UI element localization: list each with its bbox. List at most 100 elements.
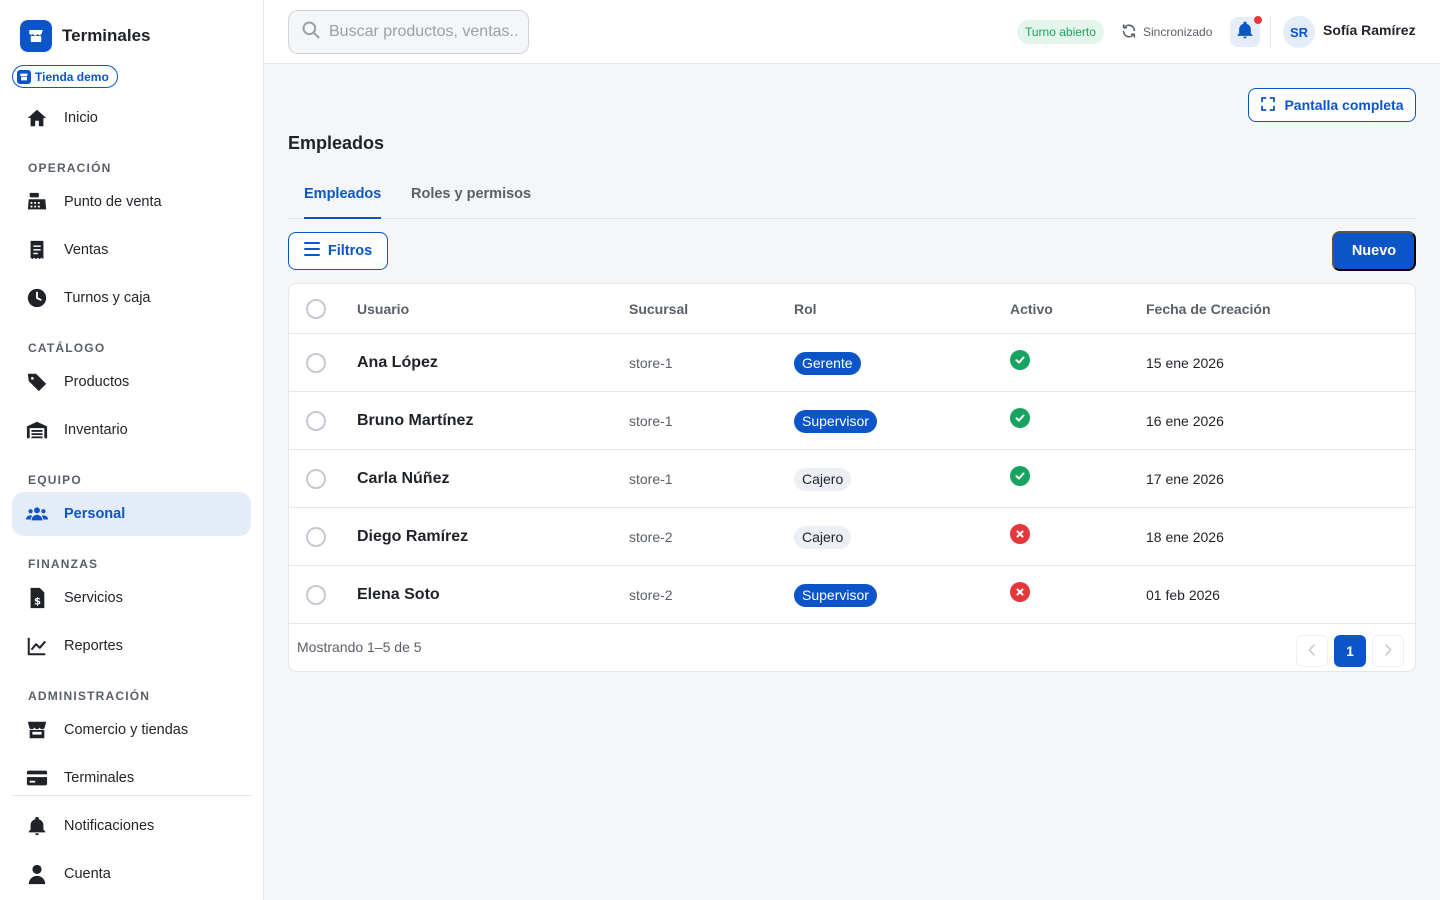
sidebar-item-home[interactable]: Inicio xyxy=(12,96,251,140)
chevron-left-icon xyxy=(1308,643,1316,659)
cell-created: 01 feb 2026 xyxy=(1146,587,1220,603)
tab-employees[interactable]: Empleados xyxy=(304,170,382,219)
prev-page-button[interactable] xyxy=(1296,635,1328,667)
bell-icon xyxy=(26,815,48,837)
sync-status-label: Sincronizado xyxy=(1143,25,1213,39)
cell-role: Gerente xyxy=(794,334,861,392)
new-employee-button[interactable]: Nuevo xyxy=(1332,231,1416,271)
sidebar-item-inventory[interactable]: Inventario xyxy=(12,408,251,452)
employees-table: Usuario Sucursal Rol Activo Fecha de Cre… xyxy=(288,283,1416,672)
cell-created: 16 ene 2026 xyxy=(1146,413,1224,429)
next-page-button[interactable] xyxy=(1372,635,1404,667)
cell-active xyxy=(1010,505,1030,563)
cell-active xyxy=(1010,563,1030,621)
avatar[interactable]: SR xyxy=(1283,16,1315,48)
select-all-checkbox[interactable] xyxy=(306,299,326,319)
table-row[interactable]: Ana López store-1 Gerente 15 ene 2026 xyxy=(289,334,1415,392)
sidebar-item-label: Servicios xyxy=(64,590,123,606)
sidebar-item-terminals[interactable]: Terminales xyxy=(12,756,251,800)
cell-created: 17 ene 2026 xyxy=(1146,471,1224,487)
section-operation: OPERACIÓN xyxy=(28,161,112,175)
cell-active xyxy=(1010,447,1030,505)
receipt-icon xyxy=(26,239,48,261)
sidebar-divider xyxy=(12,795,251,796)
cell-branch: store-2 xyxy=(629,529,673,545)
sidebar-item-label: Turnos y caja xyxy=(64,290,151,306)
tab-roles-permissions[interactable]: Roles y permisos xyxy=(411,170,531,218)
notification-dot xyxy=(1254,16,1262,24)
table-row[interactable]: Carla Núñez store-1 Cajero 17 ene 2026 xyxy=(289,450,1415,508)
user-name[interactable]: Sofía Ramírez xyxy=(1323,22,1416,38)
check-circle-icon xyxy=(1010,466,1030,486)
svg-text:$: $ xyxy=(34,596,41,607)
cell-user: Diego Ramírez xyxy=(357,528,469,545)
table-row[interactable]: Elena Soto store-2 Supervisor 01 feb 202… xyxy=(289,566,1415,624)
row-checkbox[interactable] xyxy=(306,469,326,489)
role-badge: Supervisor xyxy=(794,583,877,607)
brand[interactable]: Terminales xyxy=(20,20,151,52)
sidebar-item-sales[interactable]: Ventas xyxy=(12,228,251,272)
row-checkbox[interactable] xyxy=(306,353,326,373)
column-created[interactable]: Fecha de Creación xyxy=(1146,301,1271,317)
sidebar-item-label: Ventas xyxy=(64,242,109,258)
bell-icon xyxy=(1235,20,1255,45)
section-finance: FINANZAS xyxy=(28,557,99,571)
warehouse-icon xyxy=(26,419,48,441)
sidebar-item-notifications[interactable]: Notificaciones xyxy=(12,804,251,848)
cell-branch: store-2 xyxy=(629,587,673,603)
search-box[interactable] xyxy=(288,10,529,54)
section-team: EQUIPO xyxy=(28,473,82,487)
menu-lines-icon xyxy=(303,242,320,260)
table-row[interactable]: Diego Ramírez store-2 Cajero 18 ene 2026 xyxy=(289,508,1415,566)
sidebar-item-services[interactable]: $ Servicios xyxy=(12,576,251,620)
section-admin: ADMINISTRACIÓN xyxy=(28,689,151,703)
sidebar-item-label: Inicio xyxy=(64,110,98,126)
sidebar-item-pos[interactable]: Punto de venta xyxy=(12,180,251,224)
sidebar-item-label: Productos xyxy=(64,374,130,390)
column-active[interactable]: Activo xyxy=(1010,301,1053,317)
cell-user: Ana López xyxy=(357,354,438,371)
x-circle-icon xyxy=(1010,524,1030,544)
credit-card-icon xyxy=(26,767,48,789)
store-icon xyxy=(26,719,48,741)
header-divider xyxy=(1270,16,1271,48)
cell-user: Carla Núñez xyxy=(357,470,450,487)
row-checkbox[interactable] xyxy=(306,585,326,605)
sidebar-item-commerce[interactable]: Comercio y tiendas xyxy=(12,708,251,752)
column-user[interactable]: Usuario xyxy=(357,301,409,317)
cell-role: Supervisor xyxy=(794,566,877,624)
row-checkbox[interactable] xyxy=(306,527,326,547)
role-badge: Cajero xyxy=(794,525,852,549)
users-icon xyxy=(26,503,48,525)
cell-role: Supervisor xyxy=(794,392,877,450)
sidebar-item-label: Comercio y tiendas xyxy=(64,722,189,738)
column-role[interactable]: Rol xyxy=(794,301,817,317)
page-button[interactable]: 1 xyxy=(1334,635,1366,667)
refresh-icon xyxy=(1121,23,1137,42)
role-badge: Gerente xyxy=(794,351,861,375)
home-icon xyxy=(26,107,48,129)
sidebar-item-products[interactable]: Productos xyxy=(12,360,251,404)
section-catalog: CATÁLOGO xyxy=(28,341,106,355)
row-checkbox[interactable] xyxy=(306,411,326,431)
filters-button[interactable]: Filtros xyxy=(288,232,388,270)
cell-active xyxy=(1010,389,1030,447)
column-branch[interactable]: Sucursal xyxy=(629,301,688,317)
cell-branch: store-1 xyxy=(629,413,673,429)
fullscreen-button[interactable]: Pantalla completa xyxy=(1248,88,1416,122)
store-badge[interactable]: Tienda demo xyxy=(12,65,118,88)
role-badge: Cajero xyxy=(794,467,852,491)
table-row[interactable]: Bruno Martínez store-1 Supervisor 16 ene… xyxy=(289,392,1415,450)
clock-icon xyxy=(26,287,48,309)
sidebar-item-reports[interactable]: Reportes xyxy=(12,624,251,668)
cell-branch: store-1 xyxy=(629,471,673,487)
pagination-summary: Mostrando 1–5 de 5 xyxy=(297,639,422,655)
sidebar-item-shifts[interactable]: Turnos y caja xyxy=(12,276,251,320)
cell-created: 15 ene 2026 xyxy=(1146,355,1224,371)
search-input[interactable] xyxy=(329,23,517,41)
topbar: Turno abierto Sincronizado SR Sofía Ramí… xyxy=(264,0,1440,64)
sidebar-item-label: Terminales xyxy=(64,770,135,786)
sidebar-item-staff[interactable]: Personal xyxy=(12,492,251,536)
notifications-button[interactable] xyxy=(1230,16,1262,47)
sidebar-item-account[interactable]: Cuenta xyxy=(12,852,251,896)
